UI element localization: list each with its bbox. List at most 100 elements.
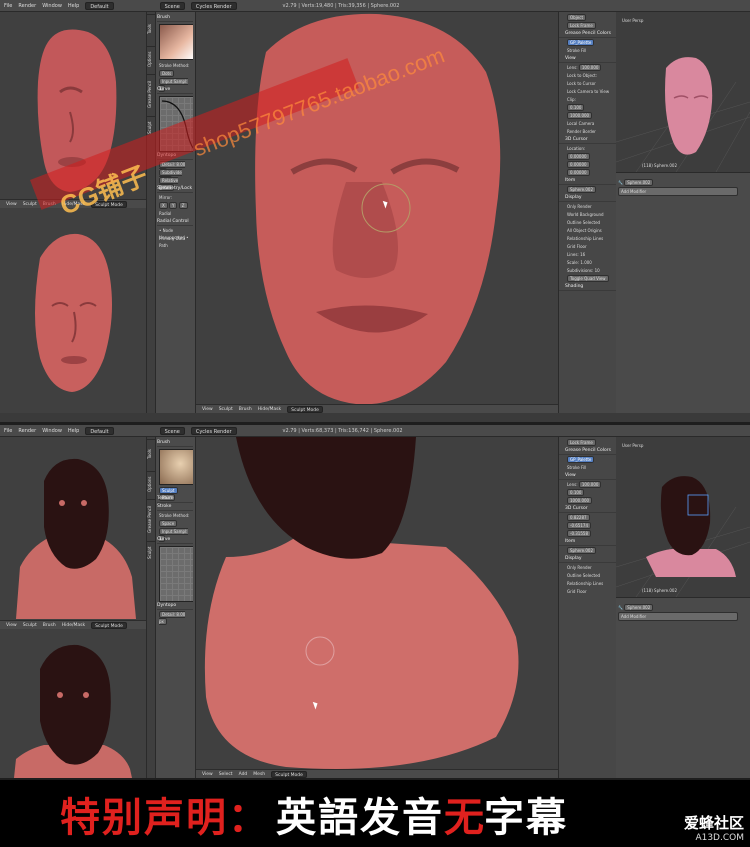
menu-help[interactable]: Help — [68, 3, 79, 9]
hdr-mesh[interactable]: Mesh — [253, 772, 265, 777]
relationship-lines[interactable]: Relationship Lines — [559, 580, 616, 587]
tab-grease-pencil[interactable]: Grease Pencil — [147, 499, 156, 539]
menu-file[interactable]: File — [4, 3, 12, 9]
hdr-sculpt[interactable]: Sculpt — [23, 202, 37, 207]
render-border[interactable]: Render Border — [559, 128, 616, 135]
grease-pencil-colors[interactable]: Grease Pencil Colors — [559, 30, 616, 38]
display-section[interactable]: Display — [559, 194, 616, 202]
clip-start[interactable]: 0.100 — [567, 489, 585, 496]
hdr-view[interactable]: View — [202, 407, 213, 412]
add-modifier-button[interactable]: Add Modifier — [618, 187, 738, 196]
loc-x[interactable]: 0.00000 — [567, 153, 590, 160]
subdiv-value[interactable]: 10 — [595, 268, 600, 273]
mini-viewport[interactable]: User Persp (118) Sphere.002 — [616, 12, 750, 172]
lock-cursor[interactable]: Lock to Cursor — [559, 80, 616, 87]
grease-pencil-colors[interactable]: Grease Pencil Colors — [559, 447, 616, 455]
add-modifier-button[interactable]: Add Modifier — [618, 612, 738, 621]
mirror-y[interactable]: Y — [169, 202, 178, 209]
hdr-add[interactable]: Add — [239, 772, 248, 777]
tab-grease-pencil[interactable]: Grease Pencil — [147, 74, 156, 114]
hdr-view[interactable]: View — [202, 772, 213, 777]
hdr-hidemask[interactable]: Hide/Mask — [258, 407, 281, 412]
3d-cursor-section[interactable]: 3D Cursor — [559, 505, 616, 513]
hdr-select[interactable]: Select — [219, 772, 233, 777]
loc-x[interactable]: 0.82287 — [567, 514, 590, 521]
lens-value[interactable]: 100.000 — [578, 481, 602, 488]
lock-frame[interactable]: Lock Frame — [567, 22, 596, 29]
object-name-field[interactable]: Sphere.002 — [624, 604, 654, 611]
detail-size[interactable]: Detail: 8.00 px — [159, 611, 186, 625]
world-background[interactable]: World Background — [559, 211, 616, 218]
stroke-method-select[interactable]: Dots — [159, 70, 175, 77]
stroke-section[interactable]: Stroke — [157, 503, 193, 511]
only-render[interactable]: Only Render — [559, 203, 616, 210]
tab-tools[interactable]: Tools — [147, 14, 156, 44]
outline-selected[interactable]: Outline Selected — [559, 219, 616, 226]
display-section[interactable]: Display — [559, 555, 616, 563]
brush-section[interactable]: Brush — [157, 439, 193, 447]
menu-help[interactable]: Help — [68, 428, 79, 434]
radial-control-section[interactable]: Radial Control — [157, 218, 193, 226]
relationship-lines[interactable]: Relationship Lines — [559, 235, 616, 242]
lines-value[interactable]: 16 — [580, 252, 585, 257]
left-viewport-top[interactable]: View Sculpt Brush Hide/Mask Sculpt Mode — [0, 437, 146, 629]
tab-options[interactable]: Options — [147, 46, 156, 72]
object-name-field[interactable]: Sphere.002 — [624, 179, 654, 186]
hdr-hidemask[interactable]: Hide/Mask — [62, 623, 85, 628]
clip-start[interactable]: 0.100 — [567, 104, 585, 111]
all-origins[interactable]: All Object Origins — [559, 227, 616, 234]
local-camera[interactable]: Local Camera — [559, 120, 616, 127]
scene-selector[interactable]: Scene — [159, 426, 185, 435]
loc-z[interactable]: 0.00000 — [567, 169, 590, 176]
loc-y[interactable]: -0.65174 — [567, 522, 591, 529]
object-button[interactable]: Object — [567, 14, 587, 21]
hdr-brush[interactable]: Brush — [43, 623, 56, 628]
tab-options[interactable]: Options — [147, 471, 156, 497]
scene-selector[interactable]: Scene — [159, 1, 185, 10]
outline-selected[interactable]: Outline Selected — [559, 572, 616, 579]
3d-cursor-section[interactable]: 3D Cursor — [559, 136, 616, 144]
tab-tools[interactable]: Tools — [147, 439, 156, 469]
texture-section[interactable]: Texture — [157, 495, 193, 503]
hdr-brush[interactable]: Brush — [239, 407, 252, 412]
menu-file[interactable]: File — [4, 428, 12, 434]
scale-value[interactable]: 1.000 — [580, 260, 591, 265]
brush-section[interactable]: Brush — [157, 14, 193, 22]
item-section[interactable]: Item — [559, 177, 616, 185]
item-name[interactable]: Sphere.002 — [567, 186, 596, 193]
dyntopo-section[interactable]: Dyntopo — [157, 602, 193, 610]
view-section[interactable]: View — [559, 472, 616, 480]
curve-section[interactable]: Curve — [157, 86, 193, 94]
engine-selector[interactable]: Cycles Render — [190, 426, 237, 435]
hdr-view[interactable]: View — [6, 202, 17, 207]
mode-selector[interactable]: Sculpt Mode — [287, 405, 323, 413]
grid-floor[interactable]: Grid Floor — [559, 243, 616, 250]
tab-sculpt[interactable]: Sculpt — [147, 541, 156, 563]
mirror-z[interactable]: Z — [178, 202, 188, 209]
item-section[interactable]: Item — [559, 538, 616, 546]
mini-viewport[interactable]: User Persp (118) Sphere.002 — [616, 437, 750, 597]
mode-selector[interactable]: Sculpt Mode — [91, 621, 127, 629]
item-name[interactable]: Sphere.002 — [567, 547, 596, 554]
brush-thumbnail[interactable] — [159, 24, 193, 60]
hdr-view[interactable]: View — [6, 623, 17, 628]
lens-value[interactable]: 100.000 — [578, 64, 602, 71]
only-render[interactable]: Only Render — [559, 564, 616, 571]
clip-end[interactable]: 1000.000 — [567, 497, 593, 504]
stroke-method-select[interactable]: Space — [159, 520, 178, 527]
symmetry-section[interactable]: Symmetry/Lock — [157, 185, 193, 193]
loc-z[interactable]: -0.31558 — [567, 530, 591, 537]
layout-selector[interactable]: Default — [85, 1, 114, 10]
loc-y[interactable]: 0.00000 — [567, 161, 590, 168]
gp-palette[interactable]: GP_Palette — [567, 456, 595, 463]
layout-selector[interactable]: Default — [85, 426, 114, 435]
view-section[interactable]: View — [559, 55, 616, 63]
sculpt-button[interactable]: Sculpt — [159, 487, 178, 494]
left-viewport-bottom[interactable] — [0, 629, 146, 778]
clip-end[interactable]: 1000.000 — [567, 112, 593, 119]
menu-render[interactable]: Render — [18, 3, 36, 9]
lock-frame[interactable]: Lock Frame — [567, 439, 596, 446]
curve-section[interactable]: Curve — [157, 536, 193, 544]
gp-palette[interactable]: GP_Palette — [567, 39, 595, 46]
mirror-x[interactable]: X — [159, 202, 168, 209]
